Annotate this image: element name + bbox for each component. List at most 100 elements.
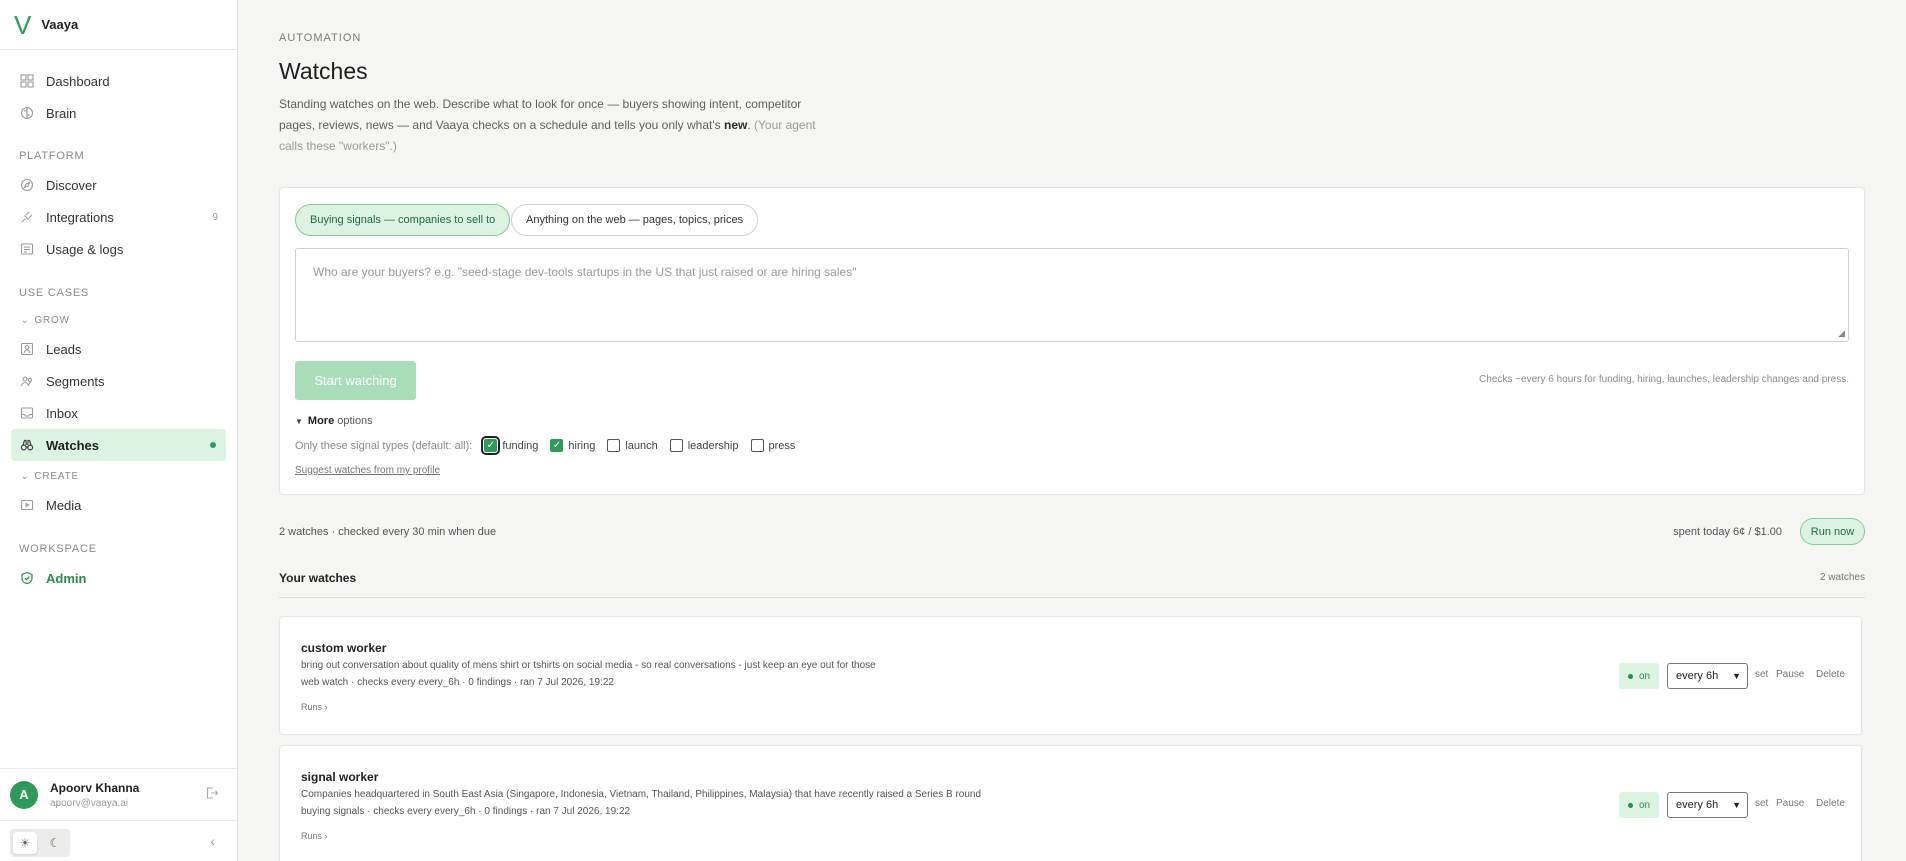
watches-count: 2 watches <box>1819 572 1865 583</box>
avatar: A <box>10 780 38 809</box>
schedule-select-value: every 6h <box>1676 799 1719 811</box>
checks-note: Checks ~every 6 hours for funding, hirin… <box>1479 374 1849 385</box>
user-profile[interactable]: A Apoorv Khanna apoorv@vaaya.ai <box>0 768 237 820</box>
nav-watches-label: Watches <box>46 437 99 453</box>
checkbox-hiring[interactable]: ✓ hiring <box>550 439 595 452</box>
delete-button[interactable]: Delete <box>1816 798 1845 809</box>
user-info: Apoorv Khanna apoorv@vaaya.ai <box>50 781 139 809</box>
checkbox-launch[interactable]: launch <box>607 439 658 452</box>
tab-buying-signals[interactable]: Buying signals — companies to sell to <box>295 204 511 236</box>
logout-icon[interactable] <box>205 786 219 803</box>
schedule-select-value: every 6h <box>1676 670 1719 682</box>
create-group-label: CREATE <box>34 471 79 482</box>
create-group-toggle[interactable]: ⌄ CREATE <box>21 471 79 482</box>
nav-integrations-label: Integrations <box>46 209 114 225</box>
suggest-watches-link[interactable]: Suggest watches from my profile <box>295 465 440 476</box>
watch-card: signal worker Companies headquartered in… <box>279 745 1862 861</box>
pause-button[interactable]: Pause <box>1776 669 1804 680</box>
set-button[interactable]: set <box>1755 798 1768 809</box>
use-cases-section-label: USE CASES <box>19 287 90 299</box>
nav-inbox[interactable]: Inbox <box>11 397 226 429</box>
intro-bold: new <box>723 118 748 132</box>
run-now-button[interactable]: Run now <box>1800 518 1865 545</box>
runs-toggle[interactable]: Runs › <box>301 831 328 841</box>
theme-toggle[interactable]: ☀ ☾ <box>10 829 70 857</box>
status-badge[interactable]: on <box>1619 792 1659 818</box>
nav-media[interactable]: Media <box>11 489 226 521</box>
moon-icon[interactable]: ☾ <box>40 829 70 857</box>
nav-usage-label: Usage & logs <box>46 241 124 257</box>
watch-meta: web watch · checks every every_6h · 0 fi… <box>301 677 614 688</box>
nav-brain[interactable]: Brain <box>11 97 226 129</box>
divider <box>279 597 1865 598</box>
checkbox-leadership[interactable]: leadership <box>669 439 739 452</box>
runs-toggle[interactable]: Runs › <box>301 702 328 712</box>
nav-inbox-label: Inbox <box>46 405 78 421</box>
check-icon: ✓ <box>550 439 564 452</box>
checkbox-launch-label: launch <box>625 439 658 452</box>
nav-usage[interactable]: Usage & logs <box>11 233 226 265</box>
brand-name: Vaaya <box>41 17 79 32</box>
your-watches-heading: Your watches <box>279 571 357 585</box>
workspace-section-label: WORKSPACE <box>19 543 97 555</box>
watch-description-input[interactable]: Who are your buyers? e.g. "seed-stage de… <box>295 248 1849 342</box>
sun-icon[interactable]: ☀ <box>13 832 37 854</box>
integrations-count-badge: 9 <box>212 211 218 223</box>
signal-type-filter: Only these signal types (default: all): … <box>295 436 795 455</box>
grow-group-toggle[interactable]: ⌄ GROW <box>21 315 70 326</box>
checkbox-hiring-label: hiring <box>568 439 596 452</box>
nav-integrations[interactable]: Integrations 9 <box>11 201 226 233</box>
spent-today: spent today 6¢ / $1.00 <box>1673 526 1782 538</box>
checkbox-press[interactable]: press <box>750 439 795 452</box>
nav-media-label: Media <box>46 497 82 513</box>
collapse-sidebar-icon[interactable]: ‹ <box>210 833 215 849</box>
segments-icon <box>19 373 35 389</box>
status-badge[interactable]: on <box>1619 663 1659 689</box>
watch-meta: buying signals · checks every every_6h ·… <box>301 806 631 817</box>
pause-button[interactable]: Pause <box>1776 798 1804 809</box>
active-indicator-dot <box>210 442 216 448</box>
checkbox-box <box>750 439 764 452</box>
nav-watches[interactable]: Watches <box>11 429 226 461</box>
nav-leads[interactable]: Leads <box>11 333 226 365</box>
intro-text: Standing watches on the web. Describe wh… <box>279 97 802 132</box>
page-title: Watches <box>279 58 368 84</box>
platform-section-label: PLATFORM <box>19 150 85 162</box>
watch-name: custom worker <box>301 641 387 655</box>
schedule-select[interactable]: every 6h ▼ <box>1667 792 1748 818</box>
set-button[interactable]: set <box>1755 669 1768 680</box>
binoculars-icon <box>19 437 35 453</box>
inbox-icon <box>19 405 35 421</box>
start-watching-button[interactable]: Start watching <box>295 361 416 400</box>
more-options-toggle[interactable]: ▼ More options <box>295 415 373 427</box>
checkbox-box <box>607 439 621 452</box>
user-email: apoorv@vaaya.ai <box>50 797 128 809</box>
media-icon <box>19 497 35 513</box>
delete-button[interactable]: Delete <box>1816 669 1845 680</box>
intro-text-end: . <box>747 118 754 132</box>
more-options-bold: More <box>307 415 335 427</box>
brand[interactable]: V Vaaya <box>0 0 237 50</box>
watch-card: custom worker bring out conversation abo… <box>279 616 1862 735</box>
compass-icon <box>19 177 35 193</box>
watch-composer: Buying signals — companies to sell to An… <box>279 187 1865 495</box>
checkbox-funding[interactable]: ✓ funding <box>481 436 538 455</box>
nav-discover[interactable]: Discover <box>11 169 226 201</box>
schedule-select[interactable]: every 6h ▼ <box>1667 663 1748 689</box>
more-options-label: options <box>337 415 373 427</box>
chevron-down-icon: ⌄ <box>21 471 30 481</box>
chevron-down-icon: ▼ <box>1732 800 1741 810</box>
nav-admin-label: Admin <box>46 570 87 586</box>
nav-leads-label: Leads <box>46 341 82 357</box>
user-name: Apoorv Khanna <box>50 780 140 795</box>
grow-group-label: GROW <box>34 315 70 326</box>
main-content: AUTOMATION Watches Standing watches on t… <box>238 0 1906 861</box>
plug-icon <box>19 209 35 225</box>
nav-admin[interactable]: Admin <box>11 562 226 594</box>
usage-icon <box>19 241 35 257</box>
tab-anything-on-web[interactable]: Anything on the web — pages, topics, pri… <box>511 204 759 236</box>
resize-handle-icon[interactable]: ◢ <box>1838 328 1845 339</box>
nav-segments[interactable]: Segments <box>11 365 226 397</box>
sidebar: V Vaaya Dashboard Brain PLATFORM Discove… <box>0 0 238 861</box>
nav-dashboard[interactable]: Dashboard <box>11 65 226 97</box>
